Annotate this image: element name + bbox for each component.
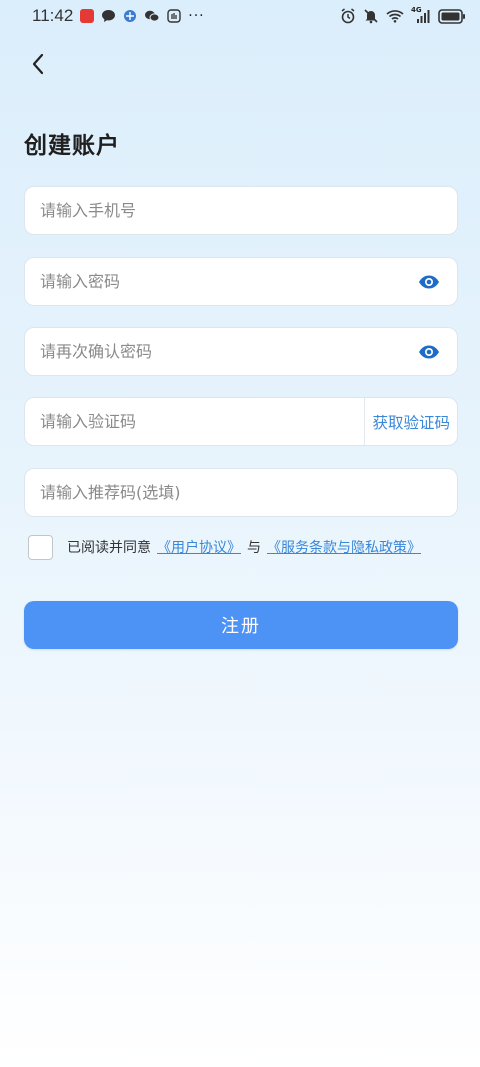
app-notification-icon [80, 9, 95, 23]
phone-field [24, 186, 458, 235]
browser-icon [123, 9, 137, 23]
gesture-icon [167, 9, 181, 23]
agree-checkbox[interactable] [28, 534, 53, 560]
agreement-row: 已阅读并同意 《用户协议》 与 《服务条款与隐私政策》 [28, 534, 421, 560]
phone-input[interactable] [40, 201, 457, 220]
user-agreement-link[interactable]: 《用户协议》 [157, 537, 241, 557]
eye-icon [419, 345, 439, 358]
password-visibility-toggle[interactable] [401, 258, 457, 305]
agreement-connector: 与 [247, 540, 261, 556]
verification-code-field: 获取验证码 [24, 397, 458, 446]
get-code-button[interactable]: 获取验证码 [364, 398, 457, 445]
page-title: 创建账户 [24, 133, 120, 159]
alarm-icon [340, 8, 356, 24]
verification-code-input[interactable] [40, 412, 365, 431]
privacy-policy-link[interactable]: 《服务条款与隐私政策》 [267, 537, 421, 557]
wechat-icon [144, 9, 160, 23]
more-notifications-icon: ··· [188, 8, 205, 24]
mute-bell-icon [363, 8, 379, 24]
password-field [24, 257, 458, 306]
chevron-left-icon [32, 53, 44, 75]
referral-code-input[interactable] [40, 483, 457, 502]
battery-icon [438, 8, 466, 24]
cellular-signal-icon: 4G [411, 6, 431, 24]
agreement-prefix: 已阅读并同意 [67, 540, 151, 556]
confirm-password-input[interactable] [40, 342, 401, 361]
register-button[interactable]: 注册 [24, 601, 458, 649]
status-right: 4G [340, 6, 466, 24]
status-left: 11:42 ··· [32, 6, 205, 26]
confirm-password-field [24, 327, 458, 376]
network-type-label: 4G [411, 6, 422, 14]
wifi-icon [386, 9, 404, 23]
confirm-password-visibility-toggle[interactable] [401, 328, 457, 375]
back-button[interactable] [22, 48, 54, 80]
password-input[interactable] [40, 272, 401, 291]
status-time: 11:42 [32, 6, 74, 25]
referral-code-field [24, 468, 458, 517]
eye-icon [419, 275, 439, 288]
chat-bubble-icon [101, 9, 116, 23]
status-bar: 11:42 ··· 4G [0, 0, 480, 32]
